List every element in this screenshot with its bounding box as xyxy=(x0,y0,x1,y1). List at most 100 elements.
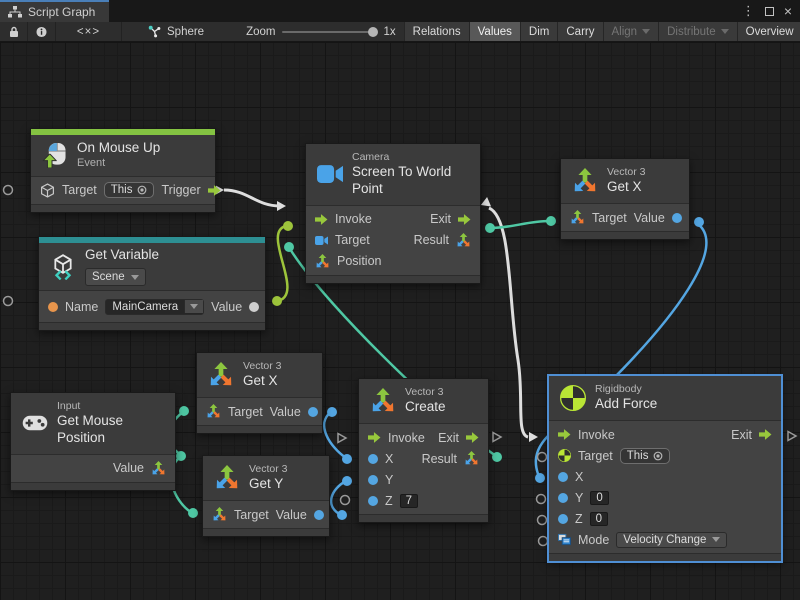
node-add-force[interactable]: Rigidbody Add Force Invoke Exit Target T… xyxy=(548,375,782,562)
node-row: Invoke Exit xyxy=(558,424,772,445)
float-output-port[interactable] xyxy=(308,407,318,417)
vector3-output-port[interactable] xyxy=(464,451,479,466)
enum-port[interactable] xyxy=(558,533,571,546)
float-output-port[interactable] xyxy=(314,510,324,520)
float-port[interactable] xyxy=(558,493,568,503)
zoom-slider-knob[interactable] xyxy=(368,27,378,37)
vector3-port[interactable] xyxy=(212,507,227,522)
dropdown-arrow-icon xyxy=(721,29,729,34)
maximize-icon[interactable] xyxy=(765,7,774,16)
mode-label: Mode xyxy=(578,533,609,547)
node-row: Target Value xyxy=(570,207,680,228)
node-vector3-create[interactable]: Vector 3 Create Invoke Exit X Result Y xyxy=(358,378,489,523)
flow-output-port[interactable] xyxy=(466,431,479,444)
float-port[interactable] xyxy=(368,454,378,464)
z-value-field[interactable]: 0 xyxy=(590,512,608,526)
y-value-field[interactable]: 0 xyxy=(590,491,608,505)
name-label: Name xyxy=(65,300,98,314)
carry-button[interactable]: Carry xyxy=(557,22,602,41)
invoke-label: Invoke xyxy=(578,428,615,442)
float-port[interactable] xyxy=(558,514,568,524)
this-object-field[interactable]: This xyxy=(104,182,155,198)
float-port[interactable] xyxy=(558,472,568,482)
variable-scope-dropdown[interactable]: Scene xyxy=(85,268,146,286)
flow-output-port[interactable] xyxy=(458,213,471,226)
vector3-output-port[interactable] xyxy=(456,233,471,248)
vector3-port[interactable] xyxy=(206,404,221,419)
node-row: Invoke Exit xyxy=(315,209,471,230)
dropdown-button[interactable] xyxy=(184,300,203,313)
vector3-port[interactable] xyxy=(570,210,585,225)
script-graph-window: Script Graph ⋮ × <×> Sphere Zoom xyxy=(0,0,800,600)
object-picker-icon[interactable] xyxy=(137,185,147,195)
node-category: Vector 3 xyxy=(607,166,646,179)
flow-output-port[interactable] xyxy=(759,428,772,441)
graph-breadcrumb[interactable]: Sphere xyxy=(140,22,212,41)
tab-script-graph[interactable]: Script Graph xyxy=(0,0,109,22)
target-label: Target xyxy=(578,449,613,463)
result-label: Result xyxy=(422,452,457,466)
node-row: Target This xyxy=(558,445,772,466)
overview-label: Overview xyxy=(746,26,794,38)
align-button[interactable]: Align xyxy=(603,22,659,41)
distribute-button[interactable]: Distribute xyxy=(658,22,737,41)
node-get-y[interactable]: Vector 3 Get Y Target Value xyxy=(202,455,330,537)
menu-icon[interactable]: ⋮ xyxy=(742,3,755,19)
rigidbody-port[interactable] xyxy=(558,449,571,462)
node-get-mouse-position[interactable]: Input Get Mouse Position Value xyxy=(10,392,176,491)
code-view-button[interactable]: <×> xyxy=(56,22,122,41)
value-label: Value xyxy=(113,461,144,475)
relations-button[interactable]: Relations xyxy=(404,22,469,41)
object-output-port[interactable] xyxy=(249,302,259,312)
node-title: Get Mouse Position xyxy=(57,413,164,447)
graph-name: Sphere xyxy=(167,26,204,38)
node-row: X xyxy=(558,466,772,487)
node-get-x-top[interactable]: Vector 3 Get X Target Value xyxy=(560,158,690,240)
lock-button[interactable] xyxy=(0,22,28,41)
flow-input-port[interactable] xyxy=(368,431,381,444)
dropdown-arrow-icon xyxy=(131,275,139,280)
this-object-field[interactable]: This xyxy=(620,448,671,464)
node-title: Get X xyxy=(243,373,282,390)
z-value-field[interactable]: 7 xyxy=(400,494,418,508)
string-port[interactable] xyxy=(48,302,58,312)
variable-name-dropdown[interactable]: MainCamera xyxy=(105,299,204,315)
camera-port[interactable] xyxy=(315,234,328,247)
window-controls: ⋮ × xyxy=(742,0,800,22)
flow-input-port[interactable] xyxy=(315,213,328,226)
value-label: Value xyxy=(211,300,242,314)
float-port[interactable] xyxy=(368,475,378,485)
flow-input-port[interactable] xyxy=(558,428,571,441)
zoom-slider[interactable] xyxy=(282,31,378,33)
node-subtitle: Event xyxy=(77,157,160,171)
overview-button[interactable]: Overview xyxy=(737,22,800,41)
float-port[interactable] xyxy=(368,496,378,506)
close-icon[interactable]: × xyxy=(784,3,792,19)
float-output-port[interactable] xyxy=(672,213,682,223)
flow-output-port[interactable] xyxy=(208,184,221,197)
node-category: Rigidbody xyxy=(595,383,657,396)
gameobject-port[interactable] xyxy=(40,183,55,198)
rigidbody-icon xyxy=(560,385,586,411)
dropdown-arrow-icon xyxy=(642,29,650,34)
node-get-x-mid[interactable]: Vector 3 Get X Target Value xyxy=(196,352,323,434)
dim-button[interactable]: Dim xyxy=(520,22,557,41)
node-get-variable[interactable]: Get Variable Scene Name MainCamera Value xyxy=(38,236,266,331)
vector3-output-port[interactable] xyxy=(151,461,166,476)
values-button[interactable]: Values xyxy=(469,22,520,41)
node-title: Add Force xyxy=(595,396,657,413)
node-footer xyxy=(39,322,265,330)
vector3-port[interactable] xyxy=(315,254,330,269)
this-label: This xyxy=(111,184,133,196)
node-row: Y 0 xyxy=(558,487,772,508)
node-on-mouse-up[interactable]: On Mouse Up Event Target This Trigger xyxy=(30,128,216,213)
toolbar-right-group: Relations Values Dim Carry Align Distrib… xyxy=(404,22,800,41)
object-picker-icon[interactable] xyxy=(653,451,663,461)
node-row: Target This Trigger xyxy=(40,180,206,201)
info-button[interactable] xyxy=(28,22,56,41)
node-screen-to-world-point[interactable]: Camera Screen To World Point Invoke Exit… xyxy=(305,143,481,284)
trigger-label: Trigger xyxy=(161,183,200,197)
align-label: Align xyxy=(612,26,638,38)
mode-dropdown[interactable]: Velocity Change xyxy=(616,532,727,548)
relations-label: Relations xyxy=(413,26,461,38)
